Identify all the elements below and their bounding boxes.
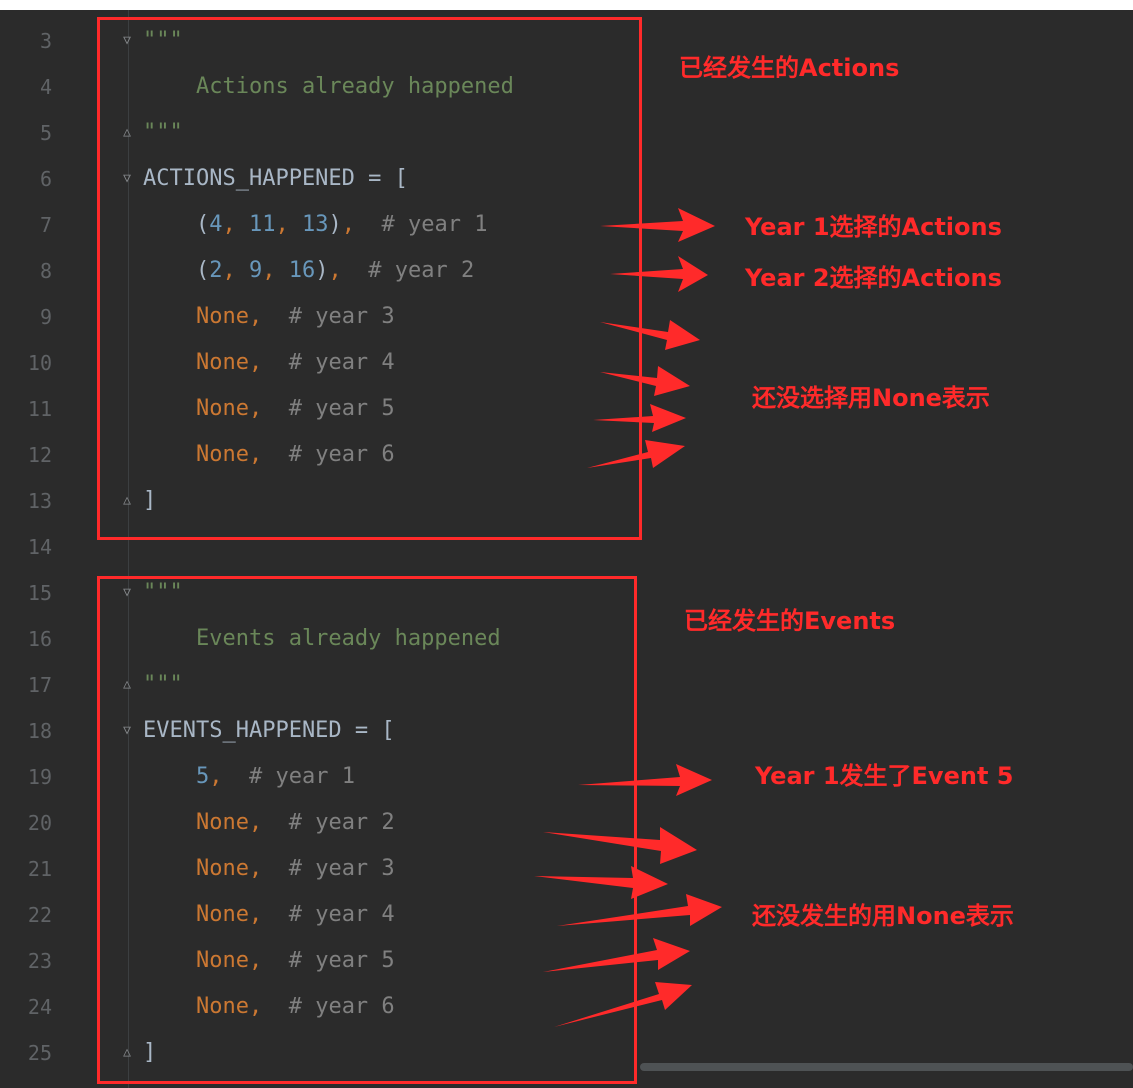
arrow-icon: [593, 404, 686, 432]
arrow-icon: [543, 938, 690, 972]
annotation-arrows: [534, 208, 722, 1027]
arrow-icon: [587, 440, 685, 468]
arrow-icon: [600, 366, 690, 396]
arrow-icon: [578, 764, 712, 796]
arrow-icon: [600, 320, 700, 350]
arrow-icon: [557, 894, 722, 926]
arrow-icon: [554, 982, 692, 1027]
arrow-icon: [534, 866, 668, 899]
arrow-icon: [600, 208, 715, 242]
arrow-icon: [543, 827, 697, 864]
arrow-icon: [610, 256, 708, 292]
